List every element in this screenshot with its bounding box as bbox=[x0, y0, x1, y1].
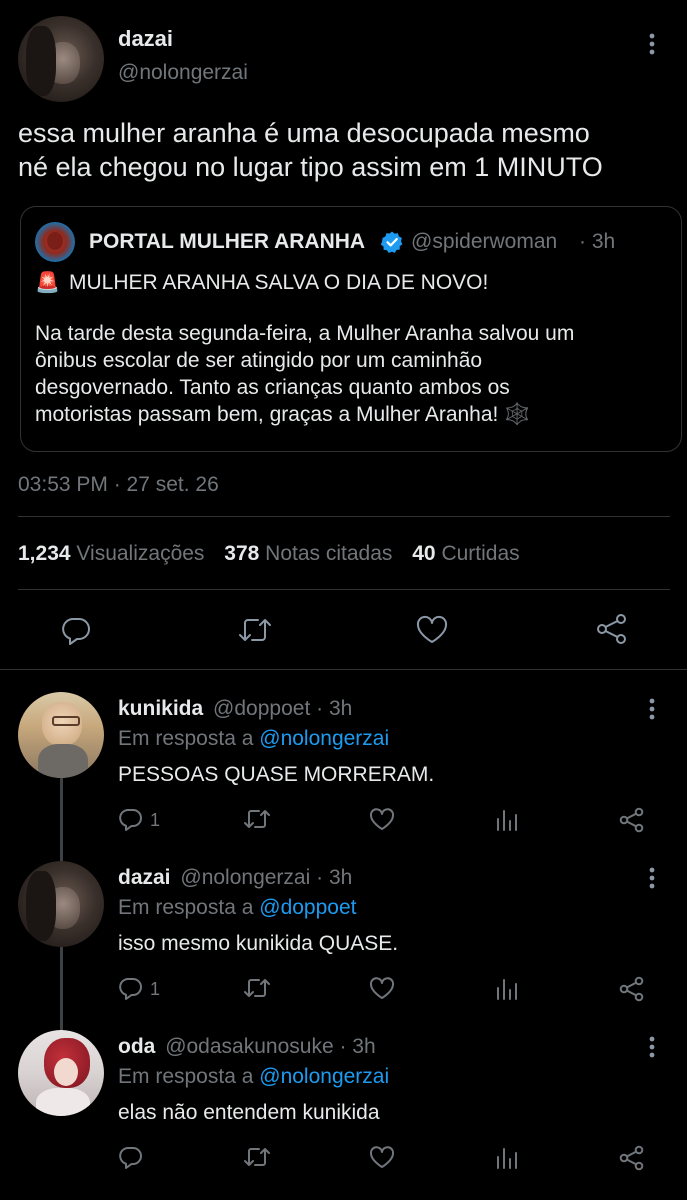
quote-body-line-3: desgovernado. Tanto as crianças quanto a… bbox=[35, 376, 510, 399]
more-vertical-icon[interactable] bbox=[643, 867, 661, 889]
handle[interactable]: @doppoet bbox=[213, 697, 310, 720]
comment-bubble-icon[interactable] bbox=[60, 614, 92, 646]
avatar[interactable] bbox=[18, 692, 104, 778]
quotes-label[interactable]: Notas citadas bbox=[265, 542, 392, 565]
tweet-text-line-1: essa mulher aranha é uma desocupada mesm… bbox=[18, 118, 590, 148]
heart-icon[interactable] bbox=[368, 1144, 396, 1170]
analytics-icon[interactable] bbox=[494, 806, 520, 832]
display-name[interactable]: dazai bbox=[118, 866, 171, 889]
analytics-icon[interactable] bbox=[494, 975, 520, 1001]
thread-line bbox=[60, 947, 63, 1031]
views-count[interactable]: 1,234 bbox=[18, 542, 71, 565]
avatar[interactable] bbox=[18, 861, 104, 947]
avatar[interactable] bbox=[18, 16, 104, 102]
reply-prefix: Em resposta a bbox=[118, 896, 254, 919]
reply-context: Em resposta a @nolongerzai bbox=[118, 727, 389, 751]
handle[interactable]: @nolongerzai bbox=[118, 61, 248, 85]
quote-body-line-1: Na tarde desta segunda-feira, a Mulher A… bbox=[35, 322, 575, 345]
display-name[interactable]: kunikida bbox=[118, 697, 203, 720]
quote-display-name: PORTAL MULHER ARANHA bbox=[89, 230, 366, 253]
share-icon[interactable] bbox=[595, 612, 629, 646]
views-label[interactable]: Visualizações bbox=[76, 542, 204, 565]
comment-bubble-icon[interactable] bbox=[118, 975, 144, 1001]
reply-text: elas não entendem kunikida bbox=[118, 1101, 380, 1124]
reply-count: 1 bbox=[150, 810, 161, 830]
share-icon[interactable] bbox=[618, 1144, 646, 1172]
reply-to-link[interactable]: @nolongerzai bbox=[259, 1065, 389, 1088]
quote-avatar bbox=[35, 222, 75, 262]
stats-row: 1,234 Visualizações 378 Notas citadas 40… bbox=[18, 542, 520, 566]
likes-label[interactable]: Curtidas bbox=[441, 542, 519, 565]
more-vertical-icon[interactable] bbox=[643, 1036, 661, 1058]
verified-badge-icon bbox=[380, 230, 404, 254]
reply-count: 1 bbox=[150, 979, 161, 999]
reply-text: isso mesmo kunikida QUASE. bbox=[118, 932, 399, 955]
share-icon[interactable] bbox=[618, 975, 646, 1003]
reply-to-link[interactable]: @doppoet bbox=[259, 896, 356, 919]
reply-to-link[interactable]: @nolongerzai bbox=[259, 727, 389, 750]
divider bbox=[18, 516, 670, 517]
reply-2-header: dazai @nolongerzai · 3h bbox=[118, 866, 352, 890]
retweet-icon[interactable] bbox=[242, 1144, 272, 1170]
reply-time[interactable]: · 3h bbox=[316, 866, 352, 889]
thread-line bbox=[60, 778, 63, 862]
tweet-timestamp[interactable]: 03:53 PM · 27 set. 26 bbox=[18, 473, 219, 497]
quote-body-line-2: ônibus escolar de ser atingido por um ca… bbox=[35, 349, 483, 372]
comment-bubble-icon[interactable] bbox=[118, 806, 144, 832]
heart-icon[interactable] bbox=[368, 806, 396, 832]
display-name[interactable]: oda bbox=[118, 1035, 155, 1058]
divider bbox=[0, 669, 687, 670]
quote-time: · 3h bbox=[579, 230, 616, 253]
reply-3-header: oda @odasakunosuke · 3h bbox=[118, 1035, 376, 1059]
heart-icon[interactable] bbox=[415, 614, 449, 646]
more-vertical-icon[interactable] bbox=[643, 698, 661, 720]
retweet-icon[interactable] bbox=[242, 975, 272, 1001]
handle[interactable]: @odasakunosuke bbox=[165, 1035, 333, 1058]
quote-handle: @spiderwoman bbox=[411, 230, 558, 253]
more-vertical-icon[interactable] bbox=[643, 33, 661, 55]
display-name[interactable]: dazai bbox=[118, 26, 173, 52]
quote-body-line-4: motoristas passam bem, graças a Mulher A… bbox=[35, 403, 531, 426]
reply-context: Em resposta a @nolongerzai bbox=[118, 1065, 389, 1089]
quote-headline: MULHER ARANHA SALVA O DIA DE NOVO! bbox=[69, 271, 489, 294]
likes-count[interactable]: 40 bbox=[412, 542, 435, 565]
reply-time[interactable]: · 3h bbox=[316, 697, 352, 720]
reply-text: PESSOAS QUASE MORRERAM. bbox=[118, 763, 435, 786]
avatar[interactable] bbox=[18, 1030, 104, 1116]
retweet-icon[interactable] bbox=[242, 806, 272, 832]
handle[interactable]: @nolongerzai bbox=[180, 866, 310, 889]
heart-icon[interactable] bbox=[368, 975, 396, 1001]
tweet-text-line-2: né ela chegou no lugar tipo assim em 1 M… bbox=[18, 152, 603, 182]
siren-emoji: 🚨 bbox=[35, 272, 60, 294]
reply-1-header: kunikida @doppoet · 3h bbox=[118, 697, 352, 721]
share-icon[interactable] bbox=[618, 806, 646, 834]
reply-context: Em resposta a @doppoet bbox=[118, 896, 356, 920]
quotes-count[interactable]: 378 bbox=[224, 542, 259, 565]
comment-bubble-icon[interactable] bbox=[118, 1144, 144, 1170]
reply-prefix: Em resposta a bbox=[118, 727, 254, 750]
reply-prefix: Em resposta a bbox=[118, 1065, 254, 1088]
analytics-icon[interactable] bbox=[494, 1144, 520, 1170]
reply-time[interactable]: · 3h bbox=[339, 1035, 375, 1058]
divider bbox=[18, 589, 670, 590]
retweet-icon[interactable] bbox=[236, 614, 274, 646]
